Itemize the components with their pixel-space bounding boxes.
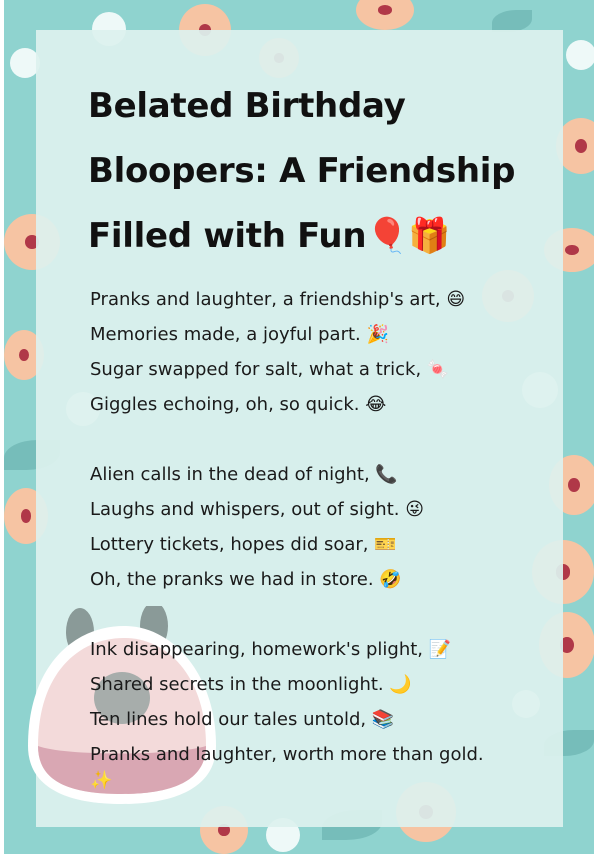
poem-line: Ten lines hold our tales untold, 📚: [90, 709, 395, 730]
title-line: Belated Birthday: [88, 86, 406, 126]
leaf-decoration: [492, 10, 532, 32]
poem-line: Giggles echoing, oh, so quick. 😂: [90, 394, 387, 415]
title-line: Bloopers: A Friendship: [88, 151, 516, 191]
poem-line: Shared secrets in the moonlight. 🌙: [90, 674, 412, 695]
poem-line: Ink disappearing, homework's plight, 📝: [90, 639, 452, 660]
poem-line: Lottery tickets, hopes did soar, 🎫: [90, 534, 397, 555]
poem-body: Pranks and laughter, a friendship's art,…: [90, 282, 530, 825]
poem-line: Memories made, a joyful part. 🎉: [90, 324, 389, 345]
stanza: Alien calls in the dead of night, 📞 Laug…: [90, 457, 530, 597]
stanza: Pranks and laughter, a friendship's art,…: [90, 282, 530, 422]
poem-line: Laughs and whispers, out of sight. 😜: [90, 499, 424, 520]
sparkles-emoji: ✨: [90, 770, 113, 791]
title-line: Filled with Fun🎈🎁: [88, 216, 451, 256]
flower-decoration: [356, 0, 414, 30]
poem-title: Belated Birthday Bloopers: A Friendship …: [88, 74, 548, 269]
poem-line: Pranks and laughter, a friendship's art,…: [90, 289, 466, 310]
poem-line: Oh, the pranks we had in store. 🤣: [90, 569, 402, 590]
poem-line: Alien calls in the dead of night, 📞: [90, 464, 398, 485]
daisy-decoration: [566, 40, 594, 70]
stanza: Ink disappearing, homework's plight, 📝 S…: [90, 632, 530, 790]
poem-line: Sugar swapped for salt, what a trick, 🍬: [90, 359, 450, 380]
poem-line: Pranks and laughter, worth more than gol…: [90, 744, 484, 765]
